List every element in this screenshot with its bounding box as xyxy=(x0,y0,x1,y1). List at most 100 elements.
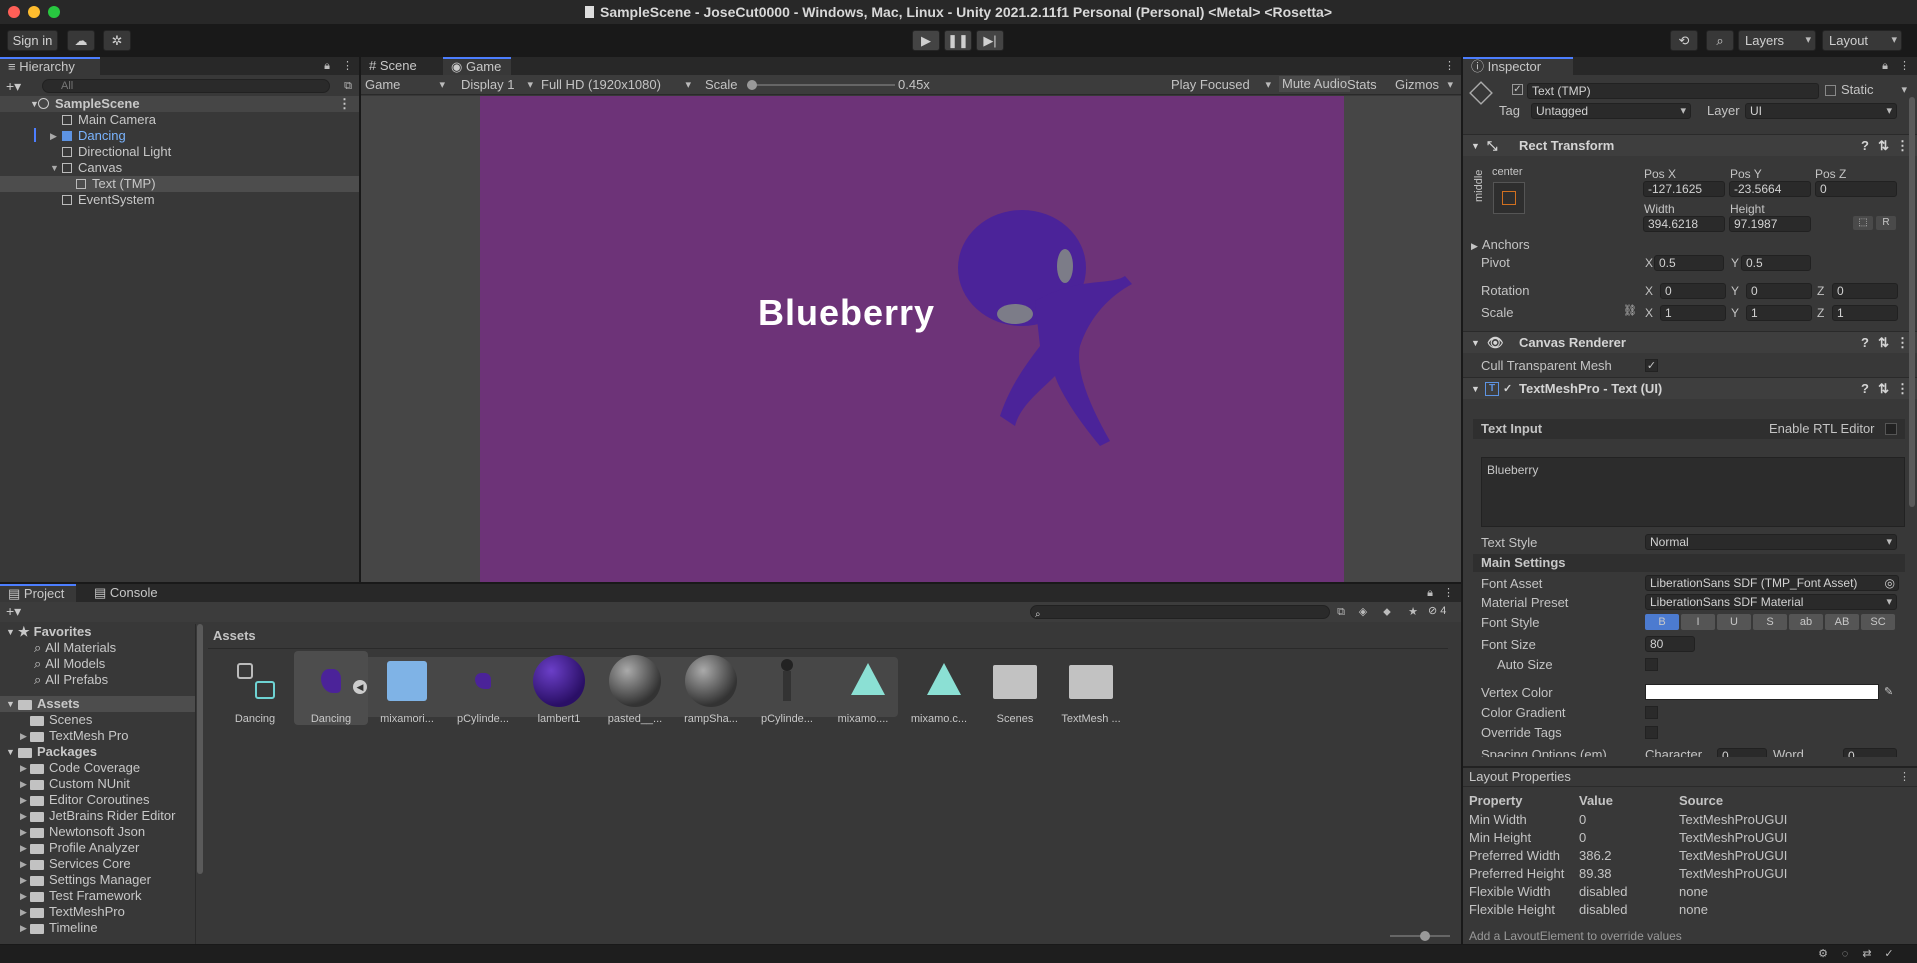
hierarchy-search-input[interactable]: All xyxy=(42,79,330,93)
width-field[interactable]: 394.6218 xyxy=(1643,216,1725,232)
favorite-star-icon[interactable]: ★ xyxy=(1408,607,1418,618)
anchor-preset-button[interactable] xyxy=(1493,182,1525,214)
cull-transparent-mesh-checkbox[interactable]: ✓ xyxy=(1645,359,1658,372)
tag-dropdown[interactable]: Untagged xyxy=(1531,103,1691,119)
fav-item[interactable]: ⌕ All Prefabs xyxy=(0,672,108,688)
help-icon[interactable]: ? xyxy=(1861,135,1869,157)
material-preset-dropdown[interactable]: LiberationSans SDF Material xyxy=(1645,594,1897,610)
add-icon[interactable]: +▾ xyxy=(6,78,21,95)
asset-item-pcylinder-1[interactable]: pCylinde... xyxy=(446,655,520,725)
tag-icon[interactable]: ⬥ xyxy=(1382,607,1392,618)
tab-scene[interactable]: # Scene xyxy=(361,57,431,75)
package-item[interactable]: ▶ Test Framework xyxy=(0,888,141,904)
tmp-header[interactable]: ▼ T ✓ TextMeshPro - Text (UI)? ⇅ ⋮ xyxy=(1463,377,1917,399)
tmp-enabled-checkbox[interactable]: ✓ xyxy=(1503,378,1512,400)
kebab-menu-icon[interactable]: ⋮ xyxy=(1899,61,1910,72)
preset-icon[interactable]: ⇅ xyxy=(1878,378,1889,400)
package-item[interactable]: ▶ Code Coverage xyxy=(0,760,140,776)
gizmos-dropdown[interactable]: Gizmos xyxy=(1395,77,1457,93)
sign-in-button[interactable]: Sign in xyxy=(7,30,58,51)
debug-icon[interactable]: ⚙ xyxy=(1818,949,1828,960)
thumbnail-size-slider[interactable] xyxy=(1390,931,1450,941)
tree-item-directional-light[interactable]: Directional Light xyxy=(0,144,171,160)
asset-item-mixamorig[interactable]: mixamori... xyxy=(370,655,444,725)
play-focused-dropdown[interactable]: Play Focused xyxy=(1171,77,1275,93)
favorites-foldout[interactable]: ▼ ★ Favorites xyxy=(0,624,91,640)
cloud-icon[interactable]: ☁ xyxy=(67,30,95,51)
lock-icon[interactable]: 🔒︎ xyxy=(1880,61,1890,72)
font-style-uppercase-button[interactable]: AB xyxy=(1825,614,1859,630)
package-item[interactable]: ▶ Timeline xyxy=(0,920,98,936)
stats-button[interactable]: Stats xyxy=(1347,77,1377,93)
font-size-field[interactable]: 80 xyxy=(1645,636,1695,652)
font-style-strikethrough-button[interactable]: S xyxy=(1753,614,1787,630)
tab-inspector[interactable]: ⓘ Inspector xyxy=(1463,57,1573,75)
asset-item-dancing-controller[interactable]: Dancing xyxy=(218,655,292,725)
assets-folder[interactable]: ▼ Assets xyxy=(0,696,195,712)
game-mode-dropdown[interactable]: Game xyxy=(365,77,449,93)
scale-z-field[interactable]: 1 xyxy=(1832,305,1898,321)
layers-dropdown[interactable]: Layers xyxy=(1738,30,1816,51)
hidden-packages-toggle[interactable]: ⊘ 4 xyxy=(1428,604,1446,617)
pivot-x-field[interactable]: 0.5 xyxy=(1654,255,1724,271)
font-asset-field[interactable]: LiberationSans SDF (TMP_Font Asset) ◎ xyxy=(1645,575,1899,591)
pos-x-field[interactable]: -127.1625 xyxy=(1643,181,1725,197)
tree-item-canvas[interactable]: ▼ Canvas xyxy=(0,160,122,176)
rotation-x-field[interactable]: 0 xyxy=(1660,283,1726,299)
font-style-italic-button[interactable]: I xyxy=(1681,614,1715,630)
text-input-area[interactable]: Blueberry xyxy=(1481,457,1905,527)
auto-size-checkbox[interactable] xyxy=(1645,658,1658,671)
package-item[interactable]: ▶ JetBrains Rider Editor xyxy=(0,808,175,824)
asset-item-textmesh-folder[interactable]: TextMesh ... xyxy=(1054,655,1128,725)
font-style-smallcaps-button[interactable]: SC xyxy=(1861,614,1895,630)
package-item[interactable]: ▶ Settings Manager xyxy=(0,872,151,888)
constrain-proportions-icon[interactable]: ⛓ xyxy=(1623,303,1637,319)
static-checkbox[interactable] xyxy=(1825,85,1836,96)
project-search-input[interactable]: ⌕ xyxy=(1030,605,1330,619)
asset-item-pcylinder-2[interactable]: pCylinde... xyxy=(750,655,824,725)
override-tags-checkbox[interactable] xyxy=(1645,726,1658,739)
search-by-type-icon[interactable]: ⧉ xyxy=(1336,607,1346,618)
resolution-dropdown[interactable]: Full HD (1920x1080) xyxy=(541,77,695,93)
scale-x-field[interactable]: 1 xyxy=(1660,305,1726,321)
package-item[interactable]: ▶ Services Core xyxy=(0,856,131,872)
pos-y-field[interactable]: -23.5664 xyxy=(1729,181,1811,197)
help-icon[interactable]: ? xyxy=(1861,332,1869,354)
step-button[interactable]: ▶| xyxy=(976,30,1004,51)
collab-icon[interactable]: ✲ xyxy=(103,30,131,51)
inspector-scrollbar[interactable] xyxy=(1909,97,1915,507)
anchors-foldout[interactable]: ▶ Anchors xyxy=(1471,237,1530,254)
height-field[interactable]: 97.1987 xyxy=(1729,216,1811,232)
asset-item-rampshader[interactable]: rampSha... xyxy=(674,655,748,725)
fav-item[interactable]: ⌕ All Materials xyxy=(0,640,116,656)
zoom-window-button[interactable] xyxy=(48,6,60,18)
collapse-arrow-icon[interactable]: ◀ xyxy=(353,680,367,694)
kebab-menu-icon[interactable]: ⋮ xyxy=(1443,588,1454,599)
tab-console[interactable]: ▤ Console xyxy=(86,584,166,602)
kebab-menu-icon[interactable]: ⋮ xyxy=(1899,772,1910,783)
font-style-lowercase-button[interactable]: ab xyxy=(1789,614,1823,630)
packages-folder[interactable]: ▼ Packages xyxy=(0,744,97,760)
object-picker-icon[interactable]: ◎ xyxy=(1885,576,1895,590)
tree-item-samplescene[interactable]: ▼ SampleScene ⋮ xyxy=(0,96,359,112)
kebab-menu-icon[interactable]: ⋮ xyxy=(1444,61,1455,72)
thumbnail-size-handle[interactable] xyxy=(1420,931,1430,941)
font-style-underline-button[interactable]: U xyxy=(1717,614,1751,630)
package-item[interactable]: ▶ Newtonsoft Json xyxy=(0,824,145,840)
pos-z-field[interactable]: 0 xyxy=(1815,181,1897,197)
tree-item-main-camera[interactable]: Main Camera xyxy=(0,112,156,128)
rotation-y-field[interactable]: 0 xyxy=(1746,283,1812,299)
add-icon[interactable]: +▾ xyxy=(6,603,21,620)
package-item[interactable]: ▶ TextMeshPro xyxy=(0,904,125,920)
preset-icon[interactable]: ⇅ xyxy=(1878,332,1889,354)
asset-item-scenes-folder[interactable]: Scenes xyxy=(978,655,1052,725)
fav-item[interactable]: ⌕ All Models xyxy=(0,656,105,672)
package-item[interactable]: ▶ Editor Coroutines xyxy=(0,792,149,808)
game-render[interactable]: Blueberry xyxy=(480,96,1344,582)
package-item[interactable]: ▶ Profile Analyzer xyxy=(0,840,139,856)
filter-icon[interactable]: ⧉ xyxy=(343,81,353,92)
network-icon[interactable]: ⇄ xyxy=(1862,949,1872,960)
eyedropper-icon[interactable]: ✎ xyxy=(1884,684,1893,700)
auto-generate-lighting-icon[interactable]: ✓ xyxy=(1884,949,1894,960)
close-window-button[interactable] xyxy=(8,6,20,18)
